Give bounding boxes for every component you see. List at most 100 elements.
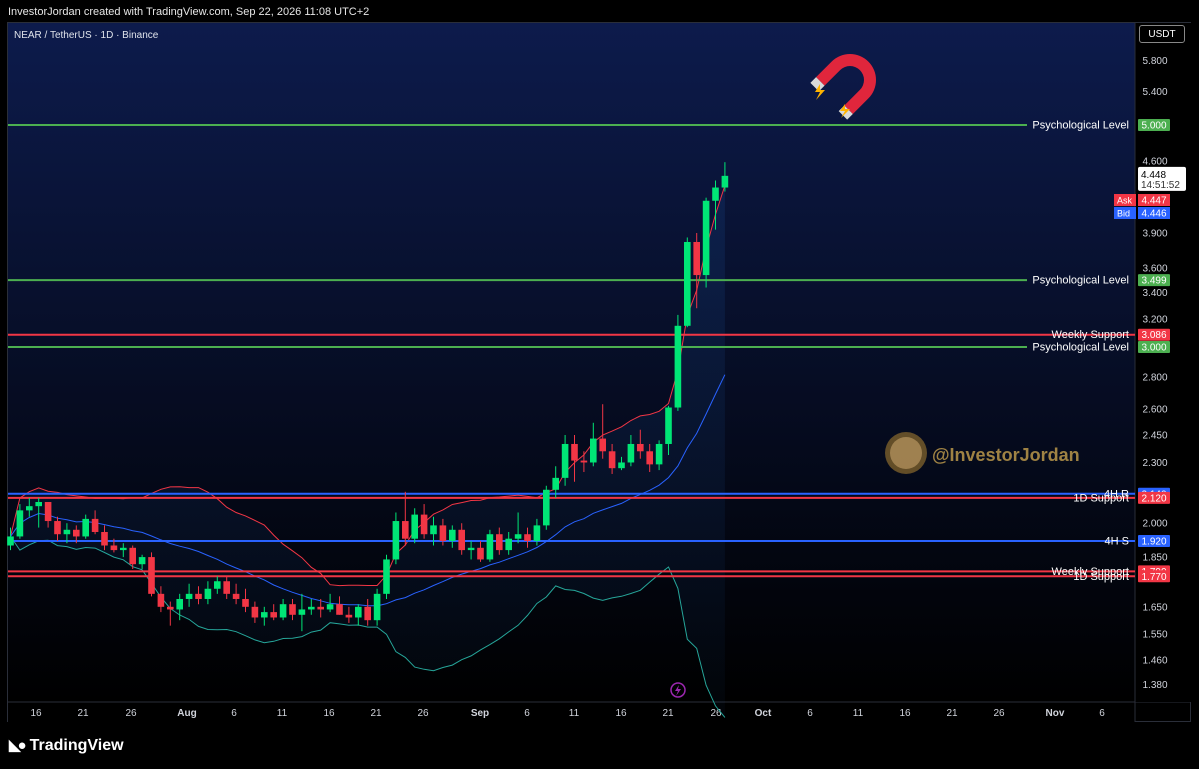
- candle-body: [449, 529, 456, 541]
- price-tick-label: 1.650: [1142, 602, 1167, 613]
- candle-body: [242, 598, 249, 607]
- candle-body: [392, 521, 400, 560]
- candle-body: [373, 593, 381, 621]
- candle-body: [543, 489, 550, 526]
- candle-body: [317, 606, 324, 610]
- tradingview-logo: ◣● TradingView: [9, 736, 124, 755]
- quote-label: Bid: [1117, 209, 1130, 219]
- price-tick-label: 5.400: [1142, 87, 1167, 98]
- candle-body: [486, 534, 494, 560]
- price-tick-label: 3.900: [1142, 228, 1167, 239]
- time-tick-label: Nov: [1046, 708, 1065, 719]
- level-price-label: 3.086: [1141, 330, 1166, 341]
- candle-body: [355, 606, 362, 618]
- candle-body: [665, 407, 672, 444]
- candle-body: [251, 606, 259, 618]
- candle-body: [684, 241, 691, 326]
- currency-selector[interactable]: USDT: [1139, 25, 1185, 43]
- candle-body: [261, 612, 268, 618]
- candle-body: [627, 443, 635, 463]
- price-tick-label: 1.850: [1142, 553, 1167, 564]
- candle-body: [167, 606, 174, 610]
- time-tick-label: 26: [417, 708, 429, 719]
- candle-body: [91, 518, 99, 532]
- candle-body: [44, 502, 52, 522]
- price-tick-label: 2.000: [1142, 519, 1167, 530]
- time-tick-label: 26: [993, 708, 1005, 719]
- price-tick-label: 3.400: [1142, 288, 1167, 299]
- time-tick-label: 21: [946, 708, 958, 719]
- candle-body: [185, 593, 193, 599]
- price-tick-label: 3.200: [1142, 314, 1167, 325]
- time-tick-label: 16: [899, 708, 911, 719]
- candle-body: [232, 593, 240, 599]
- price-tick-label: 2.300: [1142, 458, 1167, 469]
- quote-price: 4.446: [1141, 209, 1166, 220]
- level-name: 1D Support: [1073, 492, 1129, 504]
- candle-body: [608, 451, 616, 469]
- candle-body: [110, 545, 118, 551]
- time-tick-label: 11: [853, 708, 864, 719]
- symbol-title: NEAR / TetherUS · 1D · Binance: [14, 30, 159, 41]
- candle-body: [646, 451, 653, 465]
- candle-body: [345, 614, 353, 618]
- candle-body: [214, 581, 221, 589]
- candle-body: [223, 581, 230, 594]
- candle-body: [129, 547, 136, 565]
- candle-body: [195, 593, 202, 599]
- candle-body: [63, 529, 71, 535]
- candle-body: [702, 200, 710, 276]
- time-tick-label: 16: [323, 708, 335, 719]
- price-tick-label: 5.800: [1142, 56, 1167, 67]
- time-tick-label: 6: [524, 708, 530, 719]
- candle-body: [383, 559, 390, 594]
- level-name: 4H S: [1105, 535, 1129, 547]
- candle-body: [561, 443, 569, 478]
- candle-body: [336, 604, 343, 615]
- candle-body: [552, 477, 559, 490]
- candle-body: [674, 325, 682, 408]
- candle-body: [402, 521, 409, 539]
- candle-body: [571, 443, 578, 461]
- candle-body: [289, 604, 296, 615]
- level-price-label: 5.000: [1141, 121, 1166, 132]
- candle-body: [458, 529, 465, 551]
- countdown-timer: 14:51:52: [1141, 180, 1180, 191]
- candle-body: [439, 525, 447, 541]
- price-chart[interactable]: 5.8005.4005.0004.6004.2003.9003.6003.400…: [0, 0, 1199, 769]
- level-name: Psychological Level: [1032, 120, 1129, 132]
- candle-body: [7, 536, 14, 546]
- candle-body: [364, 606, 371, 621]
- candle-body: [279, 604, 287, 618]
- level-name: Psychological Level: [1032, 342, 1129, 354]
- candle-body: [655, 443, 663, 465]
- price-tick-label: 2.800: [1142, 372, 1167, 383]
- candle-body: [54, 521, 61, 535]
- candle-body: [420, 514, 428, 535]
- level-price-label: 1.770: [1141, 572, 1166, 583]
- candle-body: [477, 547, 484, 560]
- time-tick-label: 26: [125, 708, 137, 719]
- candle-body: [599, 438, 606, 452]
- time-tick-label: Oct: [755, 708, 772, 719]
- watermark: [885, 432, 927, 474]
- price-tick-label: 2.600: [1142, 405, 1167, 416]
- time-tick-label: 21: [77, 708, 89, 719]
- candle-body: [712, 187, 719, 201]
- time-tick-label: 11: [277, 708, 288, 719]
- candle-body: [204, 588, 212, 599]
- candle-body: [73, 529, 80, 537]
- price-tick-label: 2.450: [1142, 431, 1167, 442]
- candle-body: [580, 460, 588, 463]
- candle-body: [618, 462, 625, 469]
- time-tick-label: Aug: [177, 708, 196, 719]
- candle-body: [101, 531, 108, 546]
- candle-body: [533, 525, 541, 541]
- tradingview-logo-text: TradingView: [29, 737, 124, 754]
- tradingview-logo-icon: ◣●: [9, 737, 27, 754]
- price-tick-label: 1.380: [1142, 680, 1167, 691]
- quote-label: Ask: [1117, 196, 1133, 206]
- candle-body: [35, 502, 42, 507]
- candle-body: [430, 525, 437, 535]
- level-price-label: 3.499: [1141, 276, 1166, 287]
